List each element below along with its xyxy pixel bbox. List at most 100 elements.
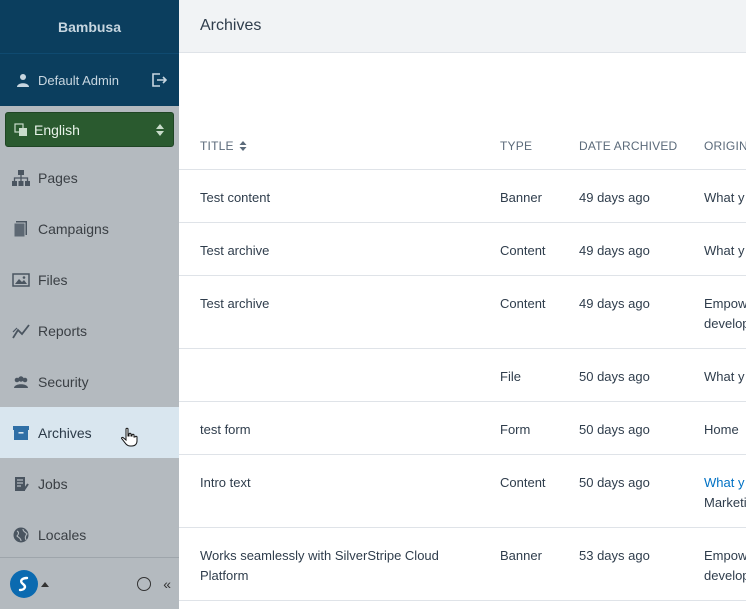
sort-icon[interactable] (239, 141, 247, 151)
column-type: TYPE (500, 139, 532, 153)
chart-line-icon (12, 322, 30, 340)
cell-title: Intro text (200, 475, 251, 490)
status-circle-icon (137, 576, 152, 591)
user-name[interactable]: Default Admin (38, 73, 119, 88)
user-icon (17, 74, 29, 87)
cell-title: Test archive (200, 243, 270, 258)
cell-origin: Empow develop (704, 294, 746, 334)
column-title[interactable]: TITLE (200, 139, 247, 153)
image-icon (12, 271, 30, 289)
globe-icon (12, 526, 30, 544)
list-icon (12, 475, 30, 493)
locale-wrapper: English (0, 106, 179, 156)
pointer-cursor-icon (120, 427, 138, 446)
translate-icon (14, 122, 27, 136)
cell-date: 53 days ago (579, 548, 650, 563)
caret-up-icon[interactable] (41, 581, 49, 587)
origin-text: What y (704, 369, 745, 384)
sidebar-item-jobs[interactable]: Jobs (0, 458, 179, 509)
column-label: DATE ARCHIVED (579, 139, 678, 153)
toolbar (179, 53, 746, 119)
cell-title: Test archive (200, 296, 270, 311)
sidebar-item-label: Archives (38, 424, 92, 441)
cell-title: Works seamlessly with SilverStripe Cloud… (200, 548, 439, 583)
sidebar-footer: « (0, 557, 179, 609)
cell-date: 50 days ago (579, 422, 650, 437)
cell-origin: What y (704, 367, 744, 387)
sidebar-nav: Pages Campaigns Files Reports Security A… (0, 152, 179, 560)
locale-value: English (34, 121, 80, 138)
logout-icon[interactable] (151, 72, 167, 88)
cell-date: 50 days ago (579, 475, 650, 490)
collapse-sidebar-icon[interactable]: « (163, 576, 171, 592)
sort-icon (156, 123, 164, 136)
cell-origin: What y (704, 188, 744, 208)
sitemap-icon (12, 169, 30, 187)
cell-title: Test content (200, 190, 271, 205)
cell-type: Content (500, 243, 546, 258)
cell-type: File (500, 369, 521, 384)
origin-text: Home (704, 422, 739, 437)
sidebar-item-campaigns[interactable]: Campaigns (0, 203, 179, 254)
table-header: TITLE TYPE DATE ARCHIVED ORIGIN (179, 119, 746, 170)
user-bar: Default Admin (0, 53, 179, 106)
origin-text: What y (704, 190, 745, 205)
table-row[interactable]: Test content Banner 49 days ago What y (179, 170, 746, 223)
table-row[interactable]: Test archive Content 49 days ago Empow d… (179, 276, 746, 349)
cell-date: 49 days ago (579, 190, 650, 205)
sidebar-item-label: Pages (38, 169, 78, 186)
sidebar-item-label: Security (38, 373, 89, 390)
column-date-archived: DATE ARCHIVED (579, 139, 677, 153)
sidebar-item-locales[interactable]: Locales (0, 509, 179, 560)
cell-type: Banner (500, 548, 542, 563)
cell-date: 49 days ago (579, 243, 650, 258)
users-icon (12, 373, 30, 391)
sidebar-item-label: Files (38, 271, 68, 288)
sidebar: Bambusa Default Admin English Pages Camp… (0, 0, 179, 609)
archives-table: TITLE TYPE DATE ARCHIVED ORIGIN Test con… (179, 119, 746, 601)
cell-type: Content (500, 475, 546, 490)
archive-box-icon (12, 424, 30, 442)
cell-origin: What y (704, 241, 744, 261)
sidebar-item-label: Jobs (38, 475, 68, 492)
cell-title: test form (200, 422, 251, 437)
document-icon (12, 220, 30, 238)
cell-origin: What y Marketi (704, 473, 746, 513)
sidebar-item-label: Reports (38, 322, 88, 339)
table-row[interactable]: Test archive Content 49 days ago What y (179, 223, 746, 276)
origin-text: Empow (704, 548, 746, 563)
origin-text-line2: develop (704, 316, 746, 331)
main-panel: Archives TITLE TYPE DATE ARCHIVED ORIGIN… (179, 0, 746, 609)
column-origin: ORIGIN (704, 139, 746, 153)
column-label: TYPE (500, 139, 533, 153)
sidebar-item-label: Campaigns (38, 220, 109, 237)
brand-title[interactable]: Bambusa (0, 0, 179, 53)
table-row[interactable]: test form Form 50 days ago Home (179, 402, 746, 455)
sidebar-item-archives[interactable]: Archives (0, 407, 179, 458)
cell-origin: Empow develop (704, 546, 746, 586)
cell-type: Form (500, 422, 531, 437)
origin-text-line2: develop (704, 568, 746, 583)
origin-text: What y (704, 243, 745, 258)
origin-text: Empow (704, 296, 746, 311)
origin-text-line2: Marketi (704, 495, 746, 510)
cell-origin: Home (704, 420, 739, 440)
locale-select[interactable]: English (5, 112, 174, 147)
cell-type: Content (500, 296, 546, 311)
sidebar-item-label: Locales (38, 526, 87, 543)
page-title: Archives (179, 0, 746, 53)
column-label: ORIGIN (704, 139, 746, 153)
column-label: TITLE (200, 139, 234, 153)
sidebar-item-reports[interactable]: Reports (0, 305, 179, 356)
table-row[interactable]: File 50 days ago What y (179, 349, 746, 402)
cell-date: 49 days ago (579, 296, 650, 311)
cell-type: Banner (500, 190, 542, 205)
sidebar-item-files[interactable]: Files (0, 254, 179, 305)
sidebar-item-pages[interactable]: Pages (0, 152, 179, 203)
origin-link[interactable]: What y (704, 473, 746, 493)
table-row[interactable]: Intro text Content 50 days ago What y Ma… (179, 455, 746, 528)
cell-date: 50 days ago (579, 369, 650, 384)
table-row[interactable]: Works seamlessly with SilverStripe Cloud… (179, 528, 746, 601)
sidebar-item-security[interactable]: Security (0, 356, 179, 407)
silverstripe-logo-icon[interactable] (10, 569, 38, 598)
